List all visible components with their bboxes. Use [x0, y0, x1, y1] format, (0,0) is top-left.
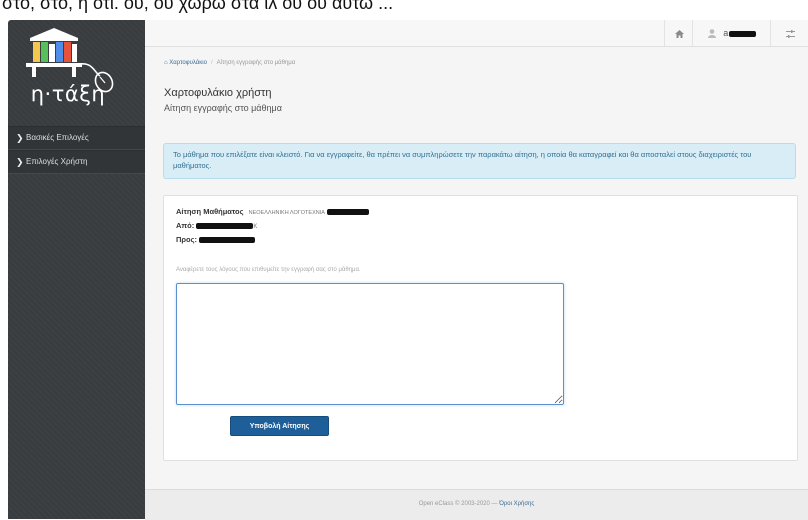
breadcrumb: ⌂ Χαρτοφυλάκιο / Αίτηση εγγραφής στο μάθημ… [164, 60, 296, 66]
footer: Open eClass © 2003-2020 — Όροι Χρήσης [145, 489, 808, 520]
page-subtitle: Αίτηση εγγραφής στο μάθημα [164, 103, 282, 113]
to-line: Προς: [176, 235, 256, 244]
request-panel: Αίτηση Μαθήματος ΝΕΟΕΛΛΗΝΙΚΗ ΛΟΓΟΤΕΧΝΙΑ … [163, 195, 798, 461]
sidebar-item-label: Επιλογές Χρήστη [26, 157, 88, 166]
chevron-right-icon: ❯ [16, 133, 24, 143]
page-title: Χαρτοφυλάκιο χρήστη [164, 87, 272, 99]
request-reason-textarea[interactable] [176, 283, 564, 405]
sidebar-item-user-options[interactable]: ❯ Επιλογές Χρήστη [8, 150, 145, 174]
top-cropped-text: στο, στο, ή ότι. ου, ου χωρώ στα ιλ ου ο… [0, 0, 808, 20]
settings-icon [785, 29, 795, 38]
username: a [723, 28, 757, 38]
logo[interactable] [8, 20, 145, 130]
terms-link[interactable]: Όροι Χρήσης [499, 501, 534, 507]
sidebar-item-label: Βασικές Επιλογές [26, 133, 89, 142]
from-label: Από: [176, 221, 195, 230]
course-label: Αίτηση Μαθήματος [176, 207, 244, 216]
top-header: a [145, 20, 808, 47]
sidebar-item-basic-options[interactable]: ❯ Βασικές Επιλογές [8, 126, 145, 150]
redacted-sender [196, 223, 254, 230]
user-menu[interactable]: a [692, 20, 771, 46]
sidebar: η·τάξη ❯ Βασικές Επιλογές ❯ Επιλογές Χρή… [8, 20, 145, 519]
building-books-icon [26, 28, 114, 93]
from-suffix: K [253, 224, 258, 230]
from-line: Από: K [176, 221, 257, 230]
top-strip-text: στο, στο, ή ότι. ου, ου χωρώ στα ιλ ου ο… [2, 0, 394, 13]
to-label: Προς: [176, 235, 198, 244]
home-icon [674, 29, 684, 38]
course-name: ΝΕΟΕΛΛΗΝΙΚΗ ΛΟΓΟΤΕΧΝΙΑ [248, 210, 325, 216]
breadcrumb-home[interactable]: ⌂ Χαρτοφυλάκιο [164, 60, 207, 66]
redacted-username [729, 30, 757, 37]
home-icon: ⌂ [164, 60, 168, 66]
reason-label: Αναφέρετε τους λόγους που επιθυμείτε την… [176, 267, 361, 273]
main-content: ⌂ Χαρτοφυλάκιο / Αίτηση εγγραφής στο μάθημ… [145, 47, 808, 489]
user-icon [707, 29, 716, 39]
breadcrumb-current: Αίτηση εγγραφής στο μάθημα [216, 60, 296, 66]
redacted-course-code [327, 209, 370, 216]
footer-copyright: Open eClass © 2003-2020 — [418, 501, 498, 507]
info-alert: Το μάθημα που επιλέξατε είναι κλειστό. Γ… [163, 143, 796, 179]
home-button[interactable] [664, 20, 693, 46]
submit-request-button[interactable]: Υποβολή Αίτησης [230, 416, 329, 436]
breadcrumb-home-label: Χαρτοφυλάκιο [169, 60, 207, 66]
username-initial: a [723, 28, 729, 38]
redacted-recipient [199, 237, 256, 244]
brand-name: η·τάξη [30, 82, 106, 106]
chevron-right-icon: ❯ [16, 157, 24, 167]
course-line: Αίτηση Μαθήματος ΝΕΟΕΛΛΗΝΙΚΗ ΛΟΓΟΤΕΧΝΙΑ [176, 207, 370, 216]
settings-button[interactable] [770, 20, 808, 46]
